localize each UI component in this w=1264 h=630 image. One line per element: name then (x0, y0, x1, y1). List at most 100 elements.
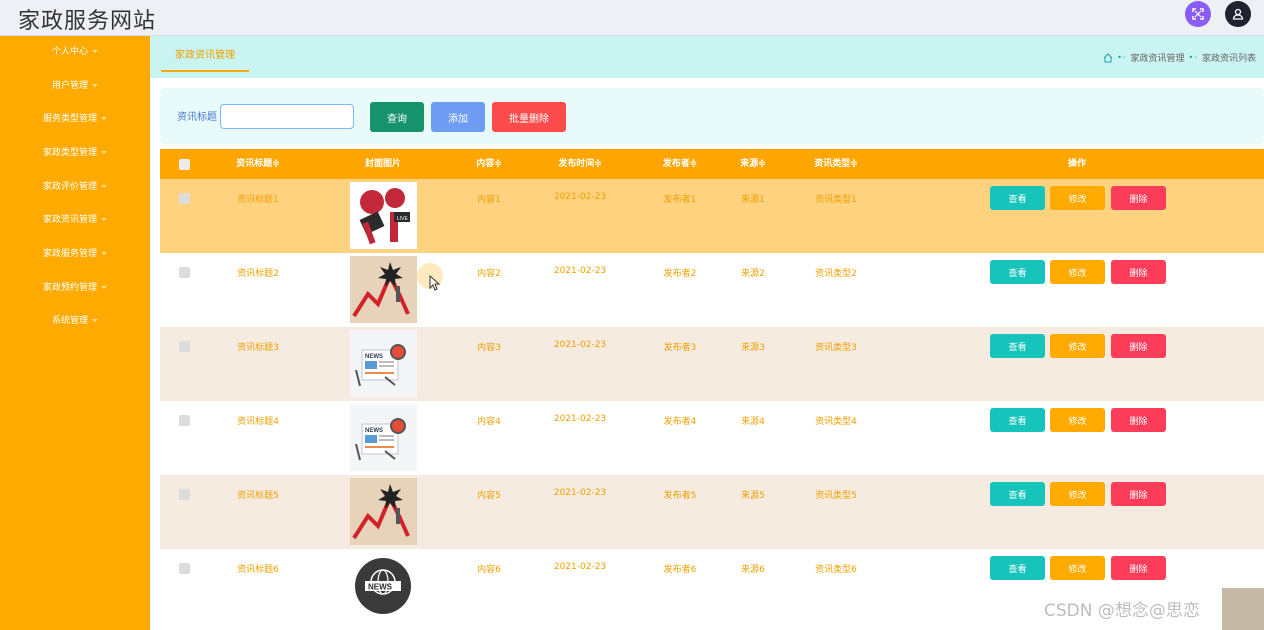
sidebar-item-label: 系统管理 (51, 316, 88, 326)
news-globe-icon: NEWS (350, 552, 417, 619)
chevron-down-icon (101, 151, 107, 154)
edit-button[interactable]: 修改 (1050, 482, 1105, 506)
edit-button[interactable]: 修改 (1050, 334, 1105, 358)
row-checkbox[interactable] (179, 341, 190, 352)
table-row: LIVE 资讯标题1 内容1 2021-02-23 发布者1 来源1 资讯类型1 查看 修改 删除 (160, 179, 1264, 253)
batch-delete-button[interactable]: 批量删除 (492, 102, 566, 132)
sidebar-item-label: 家政评价管理 (42, 182, 97, 192)
column-header-publisher[interactable]: 发布者≑ (663, 149, 698, 179)
edit-button[interactable]: 修改 (1050, 186, 1105, 210)
sidebar-item-services[interactable]: 家政服务管理 (0, 244, 150, 264)
tab-bar: 家政资讯管理 •◦ 家政资讯管理 •◦ 家政资讯列表 (150, 36, 1264, 78)
delete-button[interactable]: 删除 (1111, 334, 1166, 358)
cell-source: 来源3 (741, 343, 765, 353)
cell-type: 资讯类型6 (815, 565, 857, 575)
cell-source: 来源6 (741, 565, 765, 575)
edit-button[interactable]: 修改 (1050, 260, 1105, 284)
cell-date: 2021-02-23 (553, 414, 607, 424)
cell-content: 内容2 (477, 269, 501, 279)
cell-source: 来源4 (741, 417, 765, 427)
cell-content: 内容6 (477, 565, 501, 575)
market-crash-chart-icon (350, 478, 417, 545)
chevron-down-icon (92, 319, 98, 322)
delete-button[interactable]: 删除 (1111, 482, 1166, 506)
add-button[interactable]: 添加 (431, 102, 485, 132)
view-button[interactable]: 查看 (990, 408, 1045, 432)
live-microphone-icon: LIVE (350, 182, 417, 249)
sidebar-item-system[interactable]: 系统管理 (0, 311, 150, 331)
view-button[interactable]: 查看 (990, 334, 1045, 358)
column-header-date[interactable]: 发布时间≑ (558, 149, 602, 179)
column-header-type[interactable]: 资讯类型≑ (814, 149, 858, 179)
cell-title: 资讯标题5 (237, 491, 279, 501)
cell-type: 资讯类型4 (815, 417, 857, 427)
breadcrumb-item[interactable]: 家政资讯管理 (1131, 51, 1185, 64)
cell-date: 2021-02-23 (553, 266, 607, 276)
sidebar-item-bookings[interactable]: 家政预约管理 (0, 278, 150, 298)
row-checkbox[interactable] (179, 563, 190, 574)
sidebar-item-housekeeping-types[interactable]: 家政类型管理 (0, 143, 150, 163)
query-button[interactable]: 查询 (370, 102, 424, 132)
cell-content: 内容4 (477, 417, 501, 427)
breadcrumb: •◦ 家政资讯管理 •◦ 家政资讯列表 (1103, 51, 1256, 64)
watermark: CSDN @想念@思恋 (1044, 601, 1200, 621)
fullscreen-button[interactable] (1185, 1, 1211, 27)
column-header-source[interactable]: 来源≑ (740, 149, 766, 179)
view-button[interactable]: 查看 (990, 260, 1045, 284)
sidebar-item-reviews[interactable]: 家政评价管理 (0, 177, 150, 197)
delete-button[interactable]: 删除 (1111, 556, 1166, 580)
sidebar-item-service-types[interactable]: 服务类型管理 (0, 109, 150, 129)
edit-button[interactable]: 修改 (1050, 556, 1105, 580)
sidebar-item-users[interactable]: 用户管理 (0, 76, 150, 96)
row-checkbox[interactable] (179, 489, 190, 500)
table-header: 资讯标题≑ 封面图片 内容≑ 发布时间≑ 发布者≑ 来源≑ 资讯类型≑ 操作 (160, 149, 1264, 179)
chevron-down-icon (101, 185, 107, 188)
tab-news-management[interactable]: 家政资讯管理 (161, 48, 249, 72)
column-header-content[interactable]: 内容≑ (476, 149, 502, 179)
news-table: 资讯标题≑ 封面图片 内容≑ 发布时间≑ 发布者≑ 来源≑ 资讯类型≑ 操作 L… (160, 149, 1264, 625)
cell-type: 资讯类型1 (815, 195, 857, 205)
scroll-corner[interactable] (1222, 588, 1264, 630)
delete-button[interactable]: 删除 (1111, 260, 1166, 284)
delete-button[interactable]: 删除 (1111, 186, 1166, 210)
row-checkbox[interactable] (179, 193, 190, 204)
breadcrumb-separator-icon: •◦ (1188, 53, 1198, 62)
sidebar-item-profile[interactable]: 个人中心 (0, 42, 150, 62)
home-icon (1103, 52, 1113, 62)
user-avatar-button[interactable] (1225, 1, 1251, 27)
cell-source: 来源1 (741, 195, 765, 205)
sidebar: 个人中心 用户管理 服务类型管理 家政类型管理 家政评价管理 家政资讯管理 家政… (0, 36, 150, 630)
mouse-pointer-icon (429, 275, 441, 291)
sidebar-item-news[interactable]: 家政资讯管理 (0, 210, 150, 230)
cell-type: 资讯类型3 (815, 343, 857, 353)
newspaper-icon: NEWS (350, 404, 417, 471)
market-crash-chart-icon (350, 256, 417, 323)
cover-image: NEWS (350, 552, 417, 619)
row-checkbox[interactable] (179, 415, 190, 426)
view-button[interactable]: 查看 (990, 482, 1045, 506)
table-row: 资讯标题2 内容2 2021-02-23 发布者2 来源2 资讯类型2 查看 修改 删除 (160, 253, 1264, 327)
cell-date: 2021-02-23 (553, 340, 607, 350)
cell-publisher: 发布者4 (663, 417, 697, 427)
cell-type: 资讯类型5 (815, 491, 857, 501)
cell-source: 来源5 (741, 491, 765, 501)
sidebar-item-label: 用户管理 (51, 81, 88, 91)
user-icon (1232, 8, 1244, 20)
chevron-down-icon (101, 286, 107, 289)
chevron-down-icon (101, 218, 107, 221)
title-search-input[interactable] (220, 104, 354, 129)
delete-button[interactable]: 删除 (1111, 408, 1166, 432)
newspaper-icon: NEWS (350, 330, 417, 397)
row-checkbox[interactable] (179, 267, 190, 278)
edit-button[interactable]: 修改 (1050, 408, 1105, 432)
view-button[interactable]: 查看 (990, 186, 1045, 210)
select-all-checkbox[interactable] (179, 159, 190, 170)
cell-title: 资讯标题4 (237, 417, 279, 427)
table-row: NEWS 资讯标题4 内容4 2021-02-23 发布者4 来源4 资讯类型4 查看 修改 删除 (160, 401, 1264, 475)
view-button[interactable]: 查看 (990, 556, 1045, 580)
svg-text:NEWS: NEWS (368, 583, 393, 592)
cell-publisher: 发布者2 (663, 269, 697, 279)
column-header-title[interactable]: 资讯标题≑ (236, 149, 280, 179)
svg-text:NEWS: NEWS (365, 354, 383, 360)
cell-content: 内容5 (477, 491, 501, 501)
